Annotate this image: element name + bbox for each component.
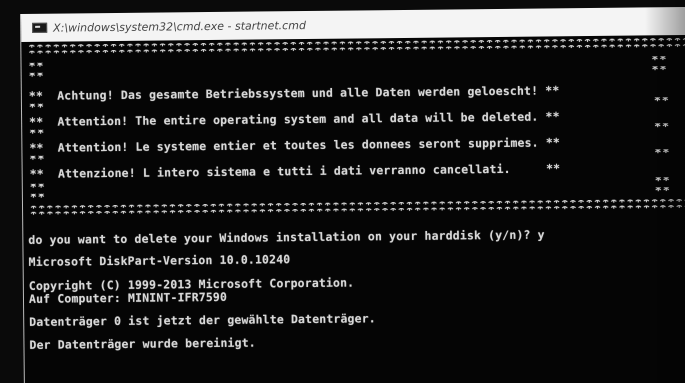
banner-side-left: ** (30, 184, 46, 190)
window-title: X:\windows\system32\cmd.exe - startnet.c… (53, 18, 306, 35)
banner-side-right: ** (655, 177, 671, 183)
banner-side-right: ** (654, 123, 670, 129)
banner-side-left: ** (29, 104, 45, 110)
banner-side-left: ** (30, 194, 46, 200)
warning-italian: Attenzione! L intero sistema e tutti i d… (57, 161, 511, 181)
banner-side-right: ** (654, 149, 670, 155)
banner-side-left: ** (29, 63, 45, 69)
banner-side-right: ** (651, 56, 667, 62)
diskpart-version: Microsoft DiskPart-Version 10.0.10240 (28, 252, 291, 269)
disk-cleaned-line: Der Datenträger wurde bereinigt. (29, 335, 256, 352)
banner-side-left: ** (29, 156, 45, 162)
banner-line: ** Achtung! Das gesamte Betriebssystem u… (28, 83, 560, 103)
banner-side-left: ** (29, 73, 45, 79)
title-bar[interactable]: X:\windows\system32\cmd.exe - startnet.c… (20, 6, 685, 42)
banner-side-right: ** (655, 187, 671, 193)
banner-side-right: ** (654, 97, 670, 103)
banner-side-left: ** (29, 130, 45, 136)
delete-prompt: do you want to delete your Windows insta… (28, 227, 545, 247)
banner-line: ** Attention! The entire operating syste… (29, 109, 560, 129)
banner-side-right: ** (652, 66, 668, 72)
warning-french: Attention! Le systeme entier et toutes l… (57, 135, 539, 155)
cmd-window: X:\windows\system32\cmd.exe - startnet.c… (20, 6, 685, 383)
cmd-icon (32, 22, 48, 33)
banner-line: ** Attention! Le systeme entier et toute… (29, 135, 561, 155)
photo-frame: X:\windows\system32\cmd.exe - startnet.c… (0, 0, 685, 383)
computer-name-line: Auf Computer: MININT-IFR7590 (28, 289, 228, 306)
disk-selected-line: Datenträger 0 ist jetzt der gewählte Dat… (29, 311, 376, 329)
banner-line: ** Attenzione! L intero sistema e tutti … (29, 161, 561, 181)
warning-english: Attention! The entire operating system a… (57, 109, 539, 129)
warning-german: Achtung! Das gesamte Betriebssystem und … (57, 83, 539, 103)
